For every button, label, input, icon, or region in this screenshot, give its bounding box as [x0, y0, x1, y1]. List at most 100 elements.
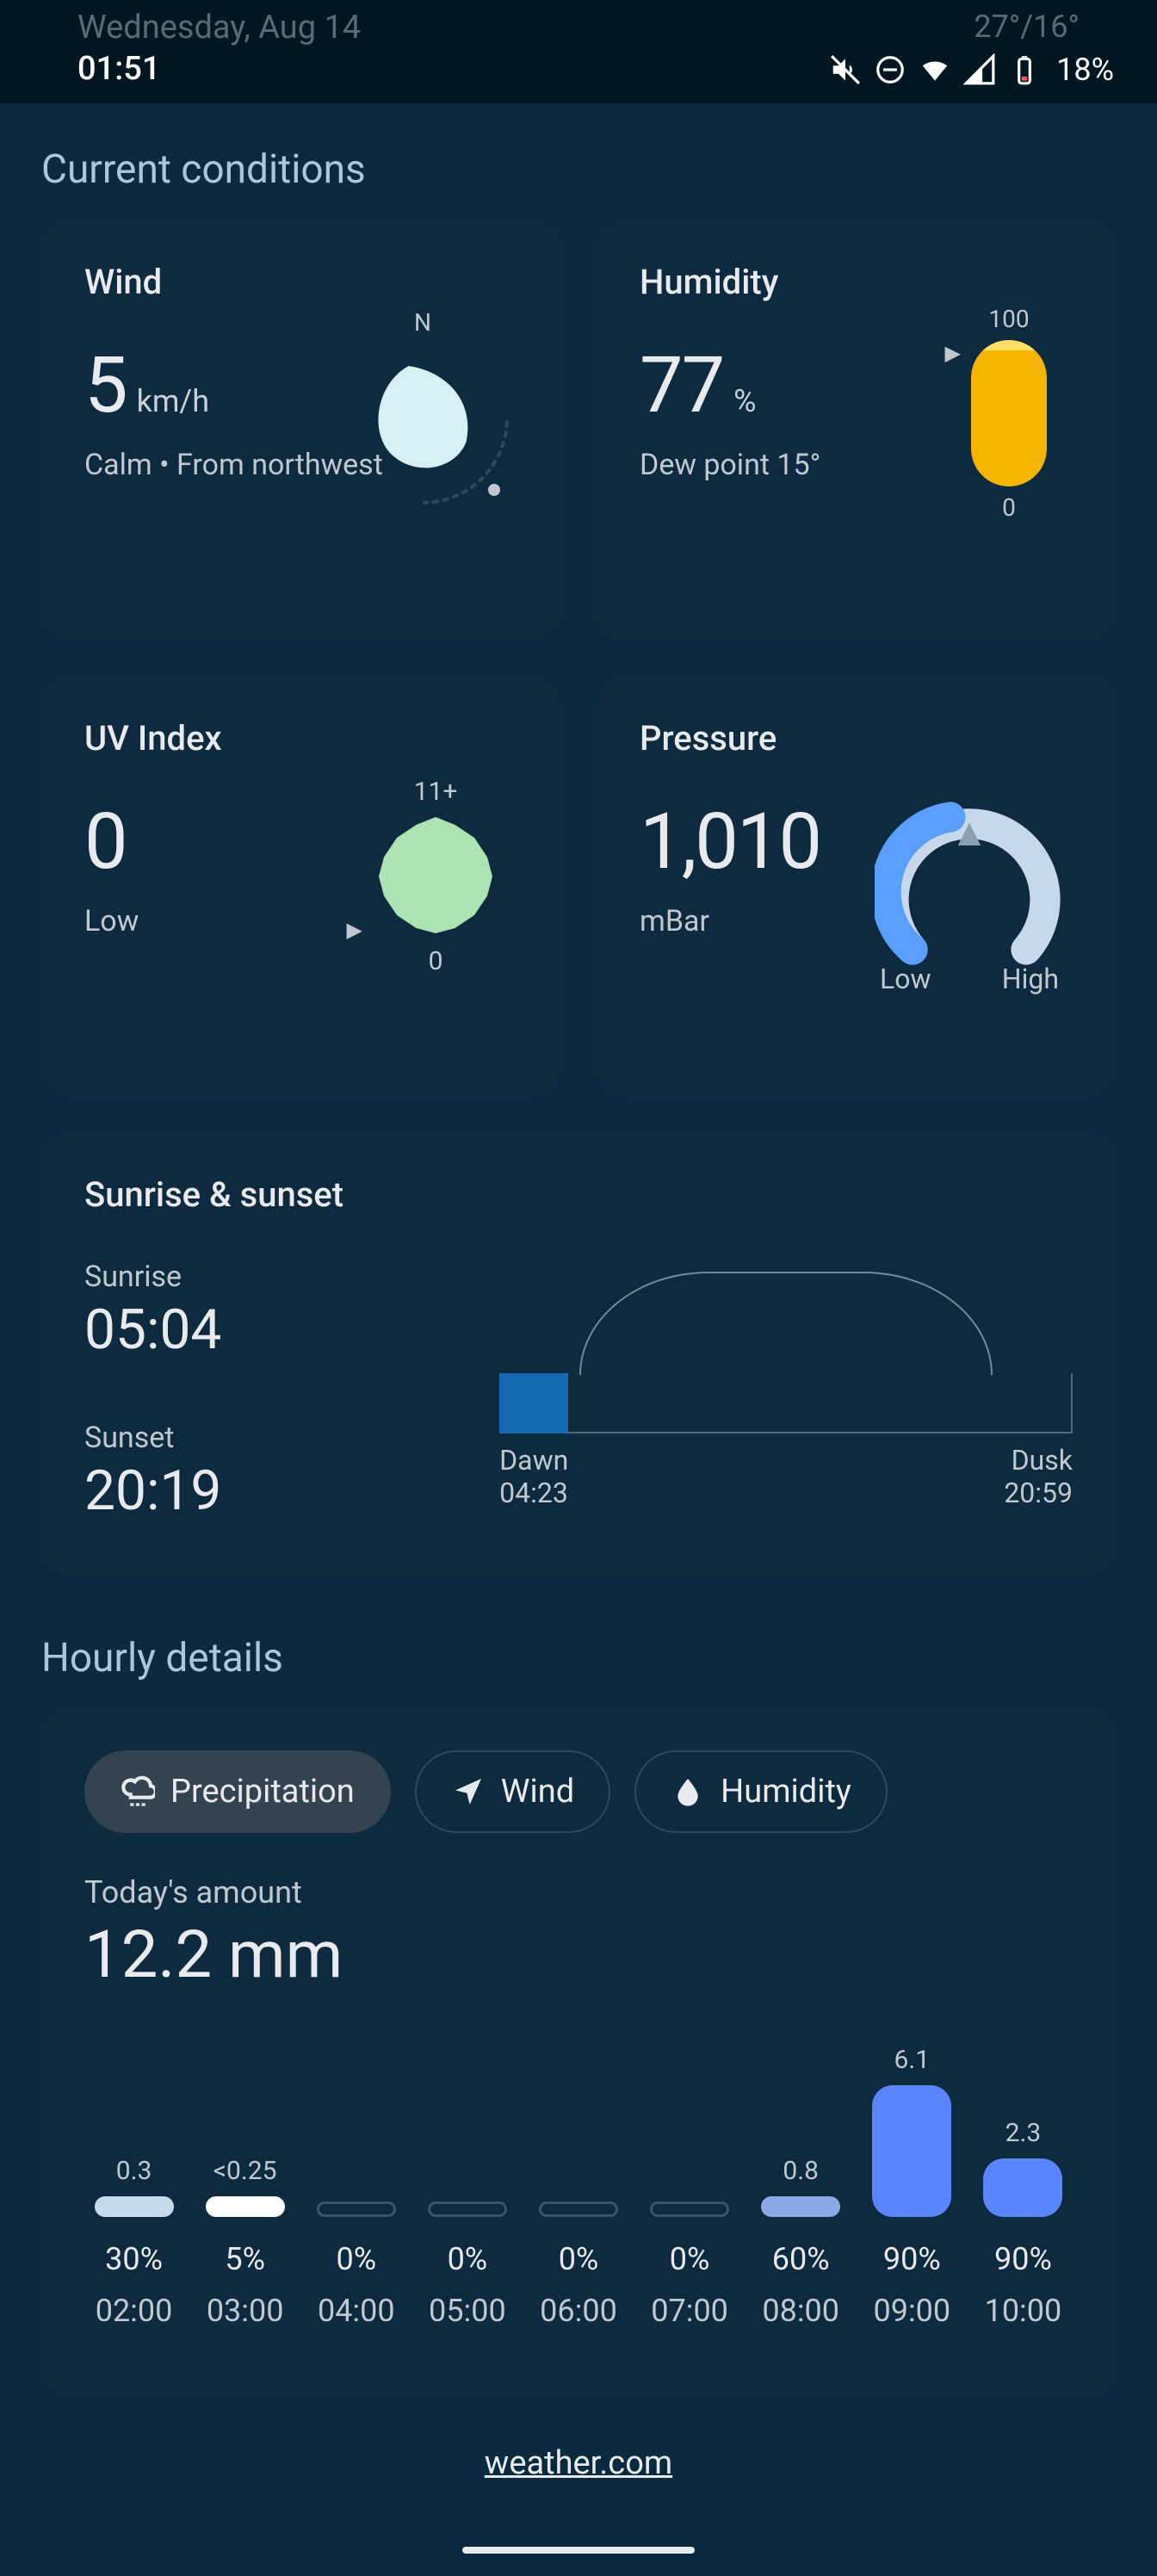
chip-wind[interactable]: Wind [415, 1750, 610, 1833]
hourly-chart: 0.330%02:00<0.255%03:000%04:000%05:000%0… [84, 2045, 1073, 2329]
uv-top-label: 11+ [414, 777, 458, 807]
precip-chance: 90% [994, 2241, 1052, 2277]
precip-bar [650, 2201, 729, 2217]
card-hourly: Precipitation Wind Humidity Today's amou… [41, 1709, 1116, 2398]
uv-blob-icon [371, 812, 500, 941]
precip-chance: 30% [105, 2241, 163, 2277]
card-humidity-title: Humidity [640, 262, 1073, 302]
dusk-label: Dusk [1004, 1444, 1073, 1477]
chip-humidity[interactable]: Humidity [634, 1750, 888, 1833]
hour-label: 05:00 [429, 2293, 506, 2329]
pressure-low-label: Low [880, 963, 931, 995]
hourly-chip-row: Precipitation Wind Humidity [84, 1750, 1073, 1833]
section-title-hourly: Hourly details [41, 1635, 1116, 1681]
compass-dot [488, 484, 500, 496]
bar-value-label: 0.8 [783, 2156, 819, 2186]
chart-subtitle: Today's amount [84, 1874, 1073, 1910]
hourly-col: 0% 07:00 [640, 2045, 739, 2329]
card-wind[interactable]: Wind 5 km/h Calm • From northwest N [41, 220, 560, 641]
pressure-value: 1,010 [640, 796, 820, 887]
humidity-bottom-label: 0 [1002, 493, 1016, 522]
precip-chance: 60% [772, 2241, 830, 2277]
precip-chance: 0% [336, 2241, 376, 2277]
wind-value: 5 [84, 340, 127, 430]
card-pressure[interactable]: Pressure 1,010 mBar Low High [597, 677, 1116, 1097]
cloud-rain-icon [121, 1774, 155, 1809]
wind-compass: N [337, 332, 509, 505]
hourly-col: 0% 05:00 [418, 2045, 517, 2329]
hour-label: 08:00 [762, 2293, 839, 2329]
hourly-col: 6.1 90% 09:00 [863, 2045, 962, 2329]
precip-bar [983, 2158, 1062, 2217]
hour-label: 07:00 [651, 2293, 728, 2329]
precip-bar [206, 2196, 285, 2217]
sunset-label: Sunset [84, 1421, 499, 1455]
hour-label: 10:00 [985, 2293, 1062, 2329]
precip-bar [761, 2196, 840, 2217]
status-temps-dim: 27°/16° [974, 9, 1080, 45]
dusk-value: 20:59 [1004, 1477, 1073, 1509]
hour-label: 06:00 [540, 2293, 617, 2329]
sun-title: Sunrise & sunset [84, 1174, 1073, 1215]
status-date-dim: Wednesday, Aug 14 [77, 9, 361, 46]
dnd-icon [874, 53, 906, 86]
chip-precipitation[interactable]: Precipitation [84, 1750, 391, 1833]
battery-pct: 18% [1056, 52, 1114, 88]
precip-bar [317, 2201, 396, 2217]
bar-value-label: 2.3 [1005, 2118, 1042, 2148]
source-link-text: weather.com [485, 2444, 672, 2482]
hour-label: 02:00 [96, 2293, 173, 2329]
precip-bar [539, 2201, 618, 2217]
card-humidity[interactable]: Humidity 77 % Dew point 15° 100 0 ▶ [597, 220, 1116, 641]
status-icons: 18% [829, 52, 1114, 88]
sun-now-marker [499, 1373, 568, 1434]
card-sunrise-sunset[interactable]: Sunrise & sunset Sunrise 05:04 Sunset 20… [41, 1133, 1116, 1575]
battery-icon [1008, 53, 1041, 86]
compass-n-label: N [414, 308, 431, 337]
humidity-top-label: 100 [988, 305, 1029, 333]
card-wind-title: Wind [84, 262, 517, 302]
humidity-bar [971, 340, 1047, 486]
uv-pointer-icon: ▶ [347, 918, 362, 942]
bar-value-label: 0.3 [116, 2156, 152, 2186]
home-indicator[interactable] [462, 2547, 695, 2554]
bar-value-label: 6.1 [894, 2045, 931, 2075]
card-pressure-title: Pressure [640, 718, 1073, 759]
chip-wind-label: Wind [501, 1773, 574, 1811]
hourly-col: 0.3 30% 02:00 [84, 2045, 183, 2329]
precip-bar [872, 2085, 951, 2217]
uv-value: 0 [84, 796, 127, 887]
precip-chance: 0% [670, 2241, 710, 2277]
hourly-col: 0%06:00 [529, 2045, 628, 2329]
humidity-gauge: 100 0 [971, 298, 1047, 529]
hourly-col: 0.8 60% 08:00 [752, 2045, 851, 2329]
chip-precipitation-label: Precipitation [170, 1773, 355, 1811]
humidity-pointer-icon: ▶ [945, 341, 961, 365]
pressure-high-label: High [1002, 963, 1059, 995]
precip-chance: 90% [883, 2241, 941, 2277]
precip-chance: 0% [448, 2241, 488, 2277]
hour-label: 03:00 [207, 2293, 284, 2329]
hourly-col: 0% 04:00 [306, 2045, 405, 2329]
card-uv-title: UV Index [84, 718, 517, 759]
sunrise-value: 05:04 [84, 1297, 499, 1362]
silent-icon [829, 53, 862, 86]
signal-icon [963, 53, 996, 86]
dawn-label: Dawn [499, 1444, 568, 1477]
uv-gauge: 11+ 0 [371, 771, 500, 981]
hour-label: 04:00 [318, 2293, 395, 2329]
source-link[interactable]: weather.com [41, 2444, 1116, 2482]
hourly-col: <0.255%03:00 [195, 2045, 294, 2329]
bar-value-label: <0.25 [213, 2156, 277, 2186]
humidity-value: 77 [640, 340, 723, 430]
precip-bar [95, 2196, 174, 2217]
card-uv[interactable]: UV Index 0 Low 11+ 0 ▶ [41, 677, 560, 1097]
sunset-value: 20:19 [84, 1458, 499, 1523]
hour-label: 09:00 [873, 2293, 950, 2329]
drop-icon [671, 1774, 705, 1809]
hourly-col: 2.3 90% 10:00 [974, 2045, 1073, 2329]
status-bar: Wednesday, Aug 14 27°/16° 01:51 18% [0, 0, 1157, 103]
status-time: 01:51 [77, 50, 160, 88]
pressure-arc-icon [875, 789, 1064, 978]
nav-arrow-icon [451, 1774, 486, 1809]
